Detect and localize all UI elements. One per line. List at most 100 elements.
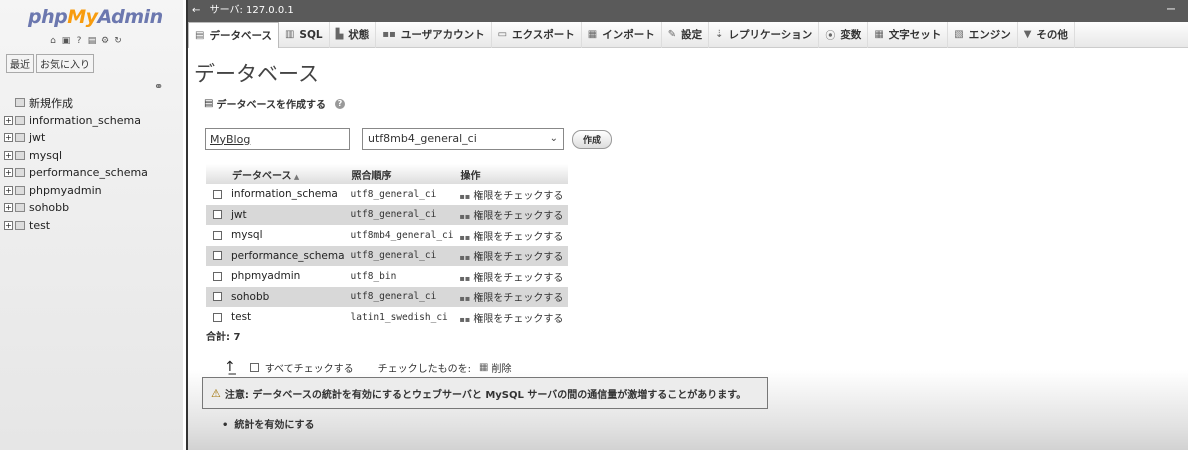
database-name-input[interactable] xyxy=(205,128,350,150)
tree-db-label[interactable]: sohobb xyxy=(29,201,69,214)
tree-item-db[interactable]: + sohobb xyxy=(4,199,148,217)
tab-recent[interactable]: 最近 xyxy=(6,54,34,73)
tree-db-label[interactable]: phpmyadmin xyxy=(29,184,102,197)
check-privileges-link[interactable]: ▪▪ 権限をチェックする xyxy=(456,307,568,328)
collation-cell: utf8_general_ci xyxy=(347,286,457,307)
expand-icon[interactable]: + xyxy=(4,115,13,125)
row-checkbox-cell xyxy=(206,225,228,246)
tab-replication[interactable]: ⇣ レプリケーション xyxy=(709,21,820,48)
database-name-link[interactable]: performance_schema xyxy=(228,245,348,266)
expand-icon[interactable]: + xyxy=(4,168,13,178)
tree-db-label[interactable]: test xyxy=(29,219,50,232)
check-privileges-link[interactable]: ▪▪ 権限をチェックする xyxy=(456,225,568,246)
with-selected-label: チェックしたものを: xyxy=(377,363,472,375)
home-icon[interactable]: ⌂ xyxy=(48,36,58,46)
docs-icon[interactable]: ▤ xyxy=(87,36,97,46)
tree-item-db[interactable]: + phpmyadmin xyxy=(4,182,148,200)
drop-button[interactable]: 削除 xyxy=(491,360,511,375)
collation-select[interactable]: utf8mb4_general_ci ⌄ xyxy=(362,128,564,150)
tree-db-label[interactable]: performance_schema xyxy=(29,166,148,179)
check-privileges-link[interactable]: ▪▪ 権限をチェックする xyxy=(456,204,569,225)
row-checkbox[interactable] xyxy=(212,210,222,220)
database-name-link[interactable]: phpmyadmin xyxy=(228,266,348,287)
tab-status[interactable]: ▙ 状態 xyxy=(330,21,377,48)
header-collation[interactable]: 照合順序 xyxy=(347,164,457,184)
row-checkbox[interactable] xyxy=(212,189,222,199)
help-icon[interactable]: ? xyxy=(74,36,84,46)
bulk-actions: ↑̲̲ すべてチェックする チェックしたものを: ▦ 削除 xyxy=(224,359,511,375)
tab-export[interactable]: ▭ エクスポート xyxy=(492,21,582,48)
row-checkbox[interactable] xyxy=(212,251,222,261)
database-name-link[interactable]: jwt xyxy=(228,204,348,225)
tree-db-label[interactable]: jwt xyxy=(29,131,45,144)
back-arrow-icon[interactable]: ← xyxy=(192,5,200,16)
tree-db-label[interactable]: mysql xyxy=(29,149,62,162)
reload-icon[interactable]: ↻ xyxy=(113,36,123,46)
tab-engines[interactable]: ▧ エンジン xyxy=(948,21,1018,48)
tab-user-accounts[interactable]: ▪▪ ユーザアカウント xyxy=(376,21,492,48)
expand-icon[interactable]: + xyxy=(4,133,13,143)
charset-icon: ▦ xyxy=(874,29,884,40)
row-checkbox[interactable] xyxy=(212,292,222,302)
database-name-link[interactable]: mysql xyxy=(228,225,348,246)
tree-item-db[interactable]: + performance_schema xyxy=(4,164,148,182)
check-privileges-link[interactable]: ▪▪ 権限をチェックする xyxy=(456,245,569,266)
tab-charsets[interactable]: ▦ 文字セット xyxy=(868,21,949,48)
tree-item-new[interactable]: 新規作成 xyxy=(4,94,148,112)
tab-settings[interactable]: ✎ 設定 xyxy=(662,21,710,48)
tab-more[interactable]: ▼ その他 xyxy=(1018,21,1075,48)
database-name-link[interactable]: test xyxy=(228,307,348,328)
check-privileges-link[interactable]: ▪▪ 権限をチェックする xyxy=(456,184,568,205)
drop-icon[interactable]: ▦ xyxy=(479,362,488,373)
database-icon xyxy=(15,115,25,125)
check-privileges-link[interactable]: ▪▪ 権限をチェックする xyxy=(456,286,569,307)
minimize-icon[interactable]: ー xyxy=(1166,0,1176,22)
expand-icon[interactable]: + xyxy=(4,203,13,213)
expand-icon[interactable]: + xyxy=(4,220,13,230)
server-label[interactable]: サーバ: 127.0.0.1 xyxy=(210,5,294,16)
create-button[interactable]: 作成 xyxy=(572,130,612,149)
export-icon: ▭ xyxy=(497,29,508,40)
tab-label: レプリケーション xyxy=(728,29,813,41)
tab-favorites[interactable]: お気に入り xyxy=(36,54,94,73)
tab-import[interactable]: ▦ インポート xyxy=(582,21,662,48)
expand-icon[interactable]: + xyxy=(4,185,13,195)
check-privileges-link[interactable]: ▪▪ 権限をチェックする xyxy=(456,266,568,287)
tree-db-label[interactable]: information_schema xyxy=(29,114,141,127)
tree-item-db[interactable]: + test xyxy=(4,217,148,235)
db-icon: ▤ xyxy=(195,29,205,41)
row-checkbox[interactable] xyxy=(212,230,222,240)
database-name-link[interactable]: sohobb xyxy=(228,286,348,307)
row-checkbox[interactable] xyxy=(212,271,222,281)
expand-icon[interactable]: + xyxy=(4,150,13,160)
create-db-heading-text: データベースを作成する xyxy=(216,100,326,111)
tab-databases[interactable]: ▤ データベース xyxy=(188,21,279,48)
tab-variables[interactable]: ⦿ 変数 xyxy=(819,21,869,48)
settings-icon[interactable]: ⚙ xyxy=(100,36,110,46)
row-checkbox[interactable] xyxy=(212,312,222,322)
header-database[interactable]: データベース xyxy=(228,164,348,184)
check-privileges-text: 権限をチェックする xyxy=(473,293,564,305)
logout-icon[interactable]: ▣ xyxy=(61,36,71,46)
help-icon[interactable]: ? xyxy=(334,98,345,109)
link-icon[interactable]: ⚭ xyxy=(154,80,163,93)
status-icon: ▙ xyxy=(335,29,344,40)
tree-item-db[interactable]: + mysql xyxy=(4,147,148,165)
check-all-checkbox[interactable] xyxy=(249,362,259,372)
table-row: performance_schema utf8_general_ci ▪▪ 権限を… xyxy=(206,245,569,266)
import-icon: ▦ xyxy=(587,29,598,40)
database-name-link[interactable]: information_schema xyxy=(228,184,348,205)
collation-cell: utf8_bin xyxy=(350,270,397,282)
tab-sql[interactable]: ▥ SQL xyxy=(279,21,330,48)
more-icon: ▼ xyxy=(1023,29,1032,40)
tree-item-db[interactable]: + jwt xyxy=(4,129,148,147)
enable-statistics-link[interactable]: 統計を有効にする xyxy=(222,416,314,431)
tree-item-db[interactable]: + information_schema xyxy=(4,112,148,130)
server-breadcrumb: ← サーバ: 127.0.0.1 ー xyxy=(188,0,1188,22)
database-icon xyxy=(15,185,25,195)
replication-icon: ⇣ xyxy=(715,29,724,40)
database-icon xyxy=(15,150,25,160)
phpmyadmin-logo[interactable]: phpMyAdmin xyxy=(28,6,163,28)
table-row: phpmyadmin utf8_bin ▪▪ 権限をチェックする xyxy=(206,266,568,287)
check-all-label[interactable]: すべてチェックする xyxy=(265,360,354,375)
